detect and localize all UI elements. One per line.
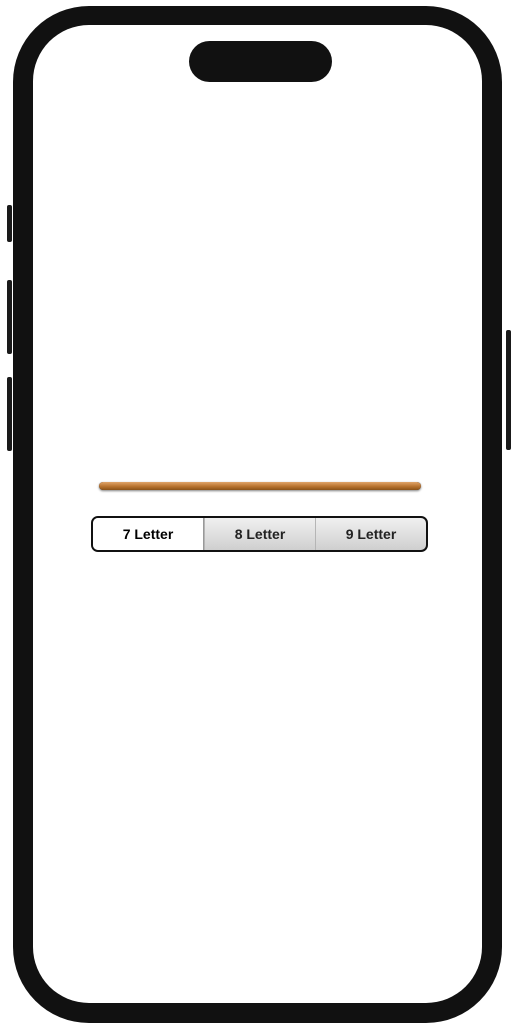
phone-frame: 7 Letter 8 Letter 9 Letter — [13, 6, 502, 1023]
segment-8-letter[interactable]: 8 Letter — [204, 518, 315, 550]
phone-screen: 7 Letter 8 Letter 9 Letter — [33, 25, 482, 1003]
segment-9-letter[interactable]: 9 Letter — [315, 518, 426, 550]
letter-count-segmented-control[interactable]: 7 Letter 8 Letter 9 Letter — [91, 516, 428, 552]
power-button — [506, 330, 511, 450]
segment-7-letter[interactable]: 7 Letter — [93, 518, 204, 550]
volume-down-button — [7, 377, 12, 451]
dynamic-island — [189, 41, 332, 82]
progress-bar — [99, 482, 421, 490]
action-button — [7, 205, 12, 242]
progress-bar-fill — [99, 482, 421, 490]
volume-up-button — [7, 280, 12, 354]
